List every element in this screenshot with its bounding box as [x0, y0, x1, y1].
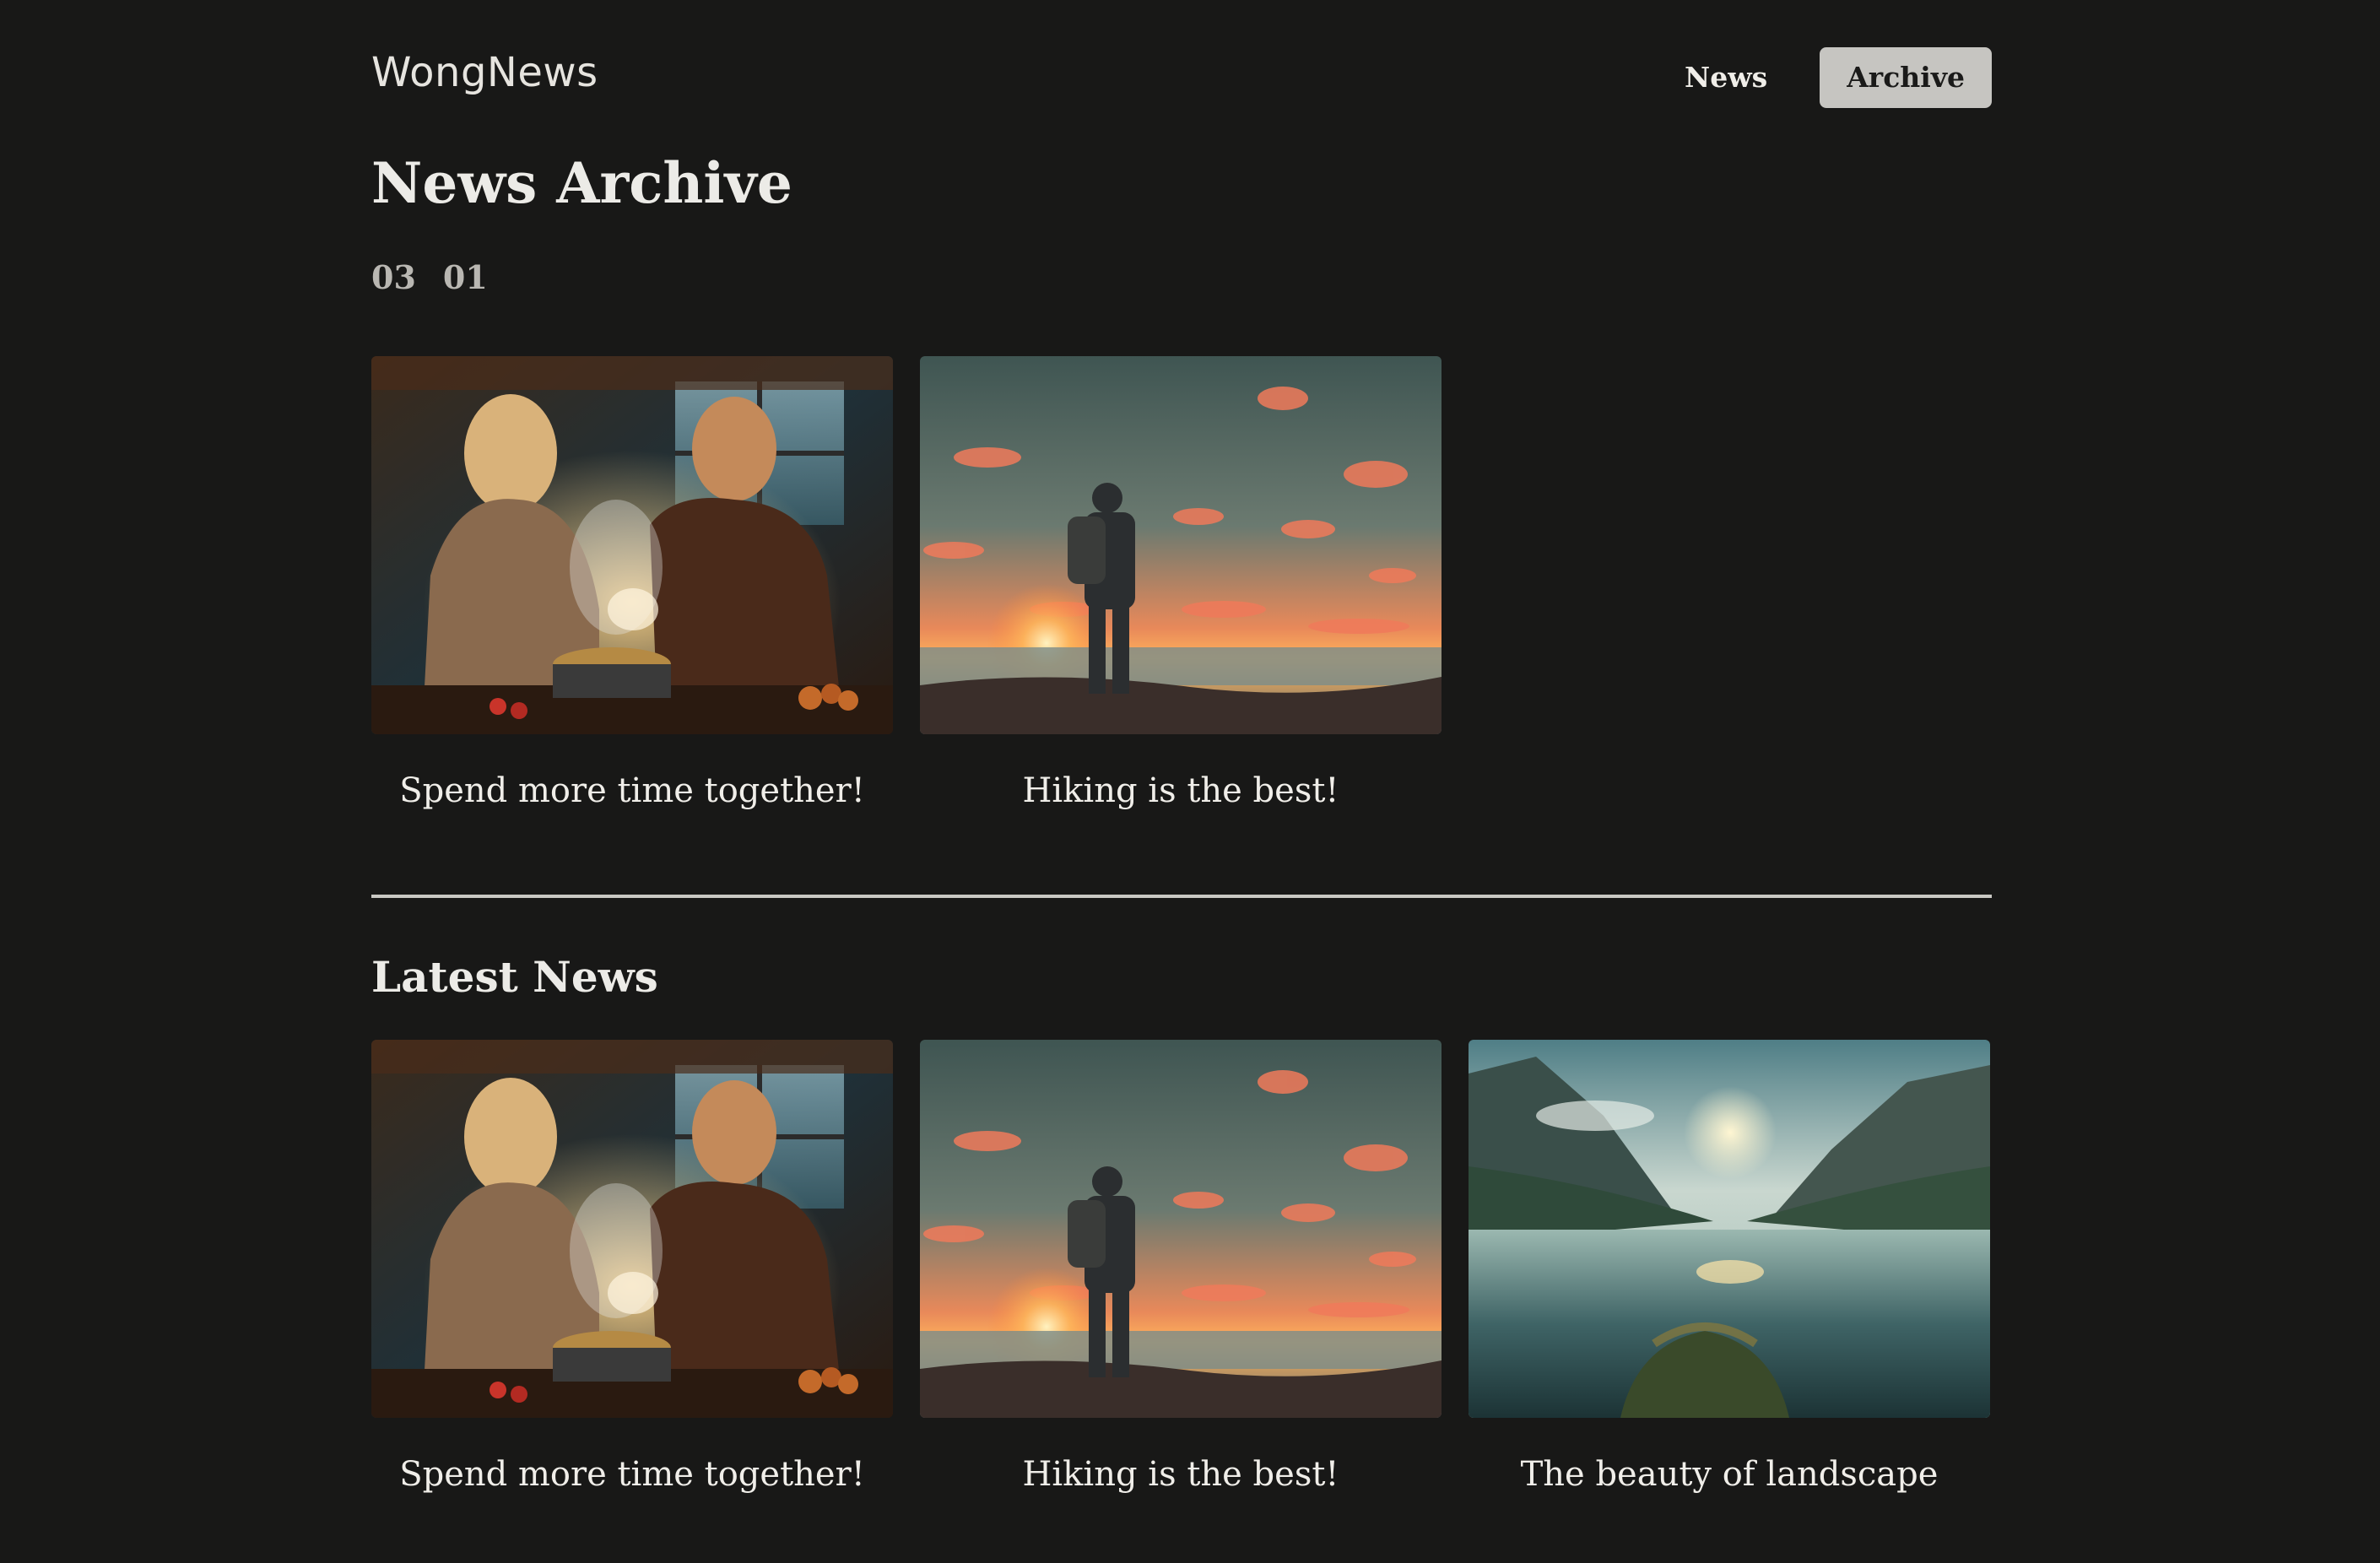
article-card[interactable]: Hiking is the best! [920, 1040, 1442, 1494]
article-title[interactable]: Hiking is the best! [920, 771, 1442, 810]
article-card[interactable]: Spend more time together! [371, 1040, 893, 1494]
mountain-lake-image[interactable] [1469, 1040, 1990, 1418]
section-divider [371, 895, 1992, 898]
nav-archive-link[interactable]: Archive [1820, 47, 1992, 108]
article-title[interactable]: Hiking is the best! [920, 1455, 1442, 1494]
article-card[interactable]: The beauty of landscape [1469, 1040, 1990, 1494]
archive-date-filters: 03 01 [371, 258, 515, 296]
page-title: News Archive [371, 150, 792, 216]
hiker-sunset-image[interactable] [920, 1040, 1442, 1418]
month-filter[interactable]: 03 [371, 258, 416, 296]
article-card[interactable]: Hiking is the best! [920, 356, 1442, 810]
article-title[interactable]: The beauty of landscape [1469, 1455, 1990, 1494]
site-logo[interactable]: WongNews [371, 49, 598, 96]
nav-news-link[interactable]: News [1658, 47, 1794, 108]
archive-article-list: Spend more time together! Hiking is the … [371, 356, 1442, 810]
article-title[interactable]: Spend more time together! [371, 771, 893, 810]
top-nav: News Archive [1632, 47, 1992, 108]
couple-cooking-image[interactable] [371, 1040, 893, 1418]
couple-cooking-image[interactable] [371, 356, 893, 734]
hiker-sunset-image[interactable] [920, 356, 1442, 734]
article-title[interactable]: Spend more time together! [371, 1455, 893, 1494]
latest-news-heading: Latest News [371, 952, 658, 1002]
article-card[interactable]: Spend more time together! [371, 356, 893, 810]
latest-article-list: Spend more time together! Hiking is the … [371, 1040, 1990, 1494]
day-filter[interactable]: 01 [443, 258, 488, 296]
